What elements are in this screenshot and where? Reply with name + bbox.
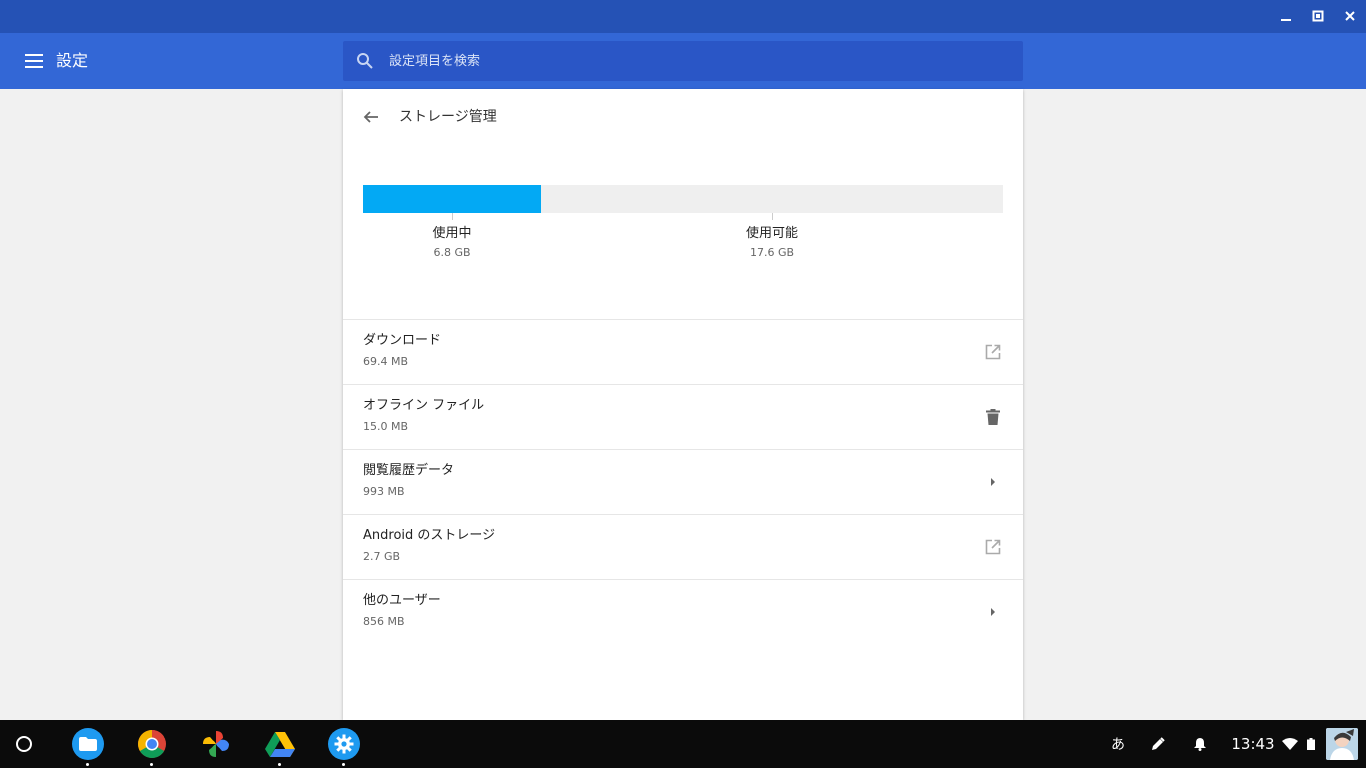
files-icon: [79, 737, 97, 751]
arrow-right-icon: [991, 608, 995, 616]
delete-icon: [986, 409, 1000, 425]
android-storage-size: 2.7 GB: [363, 550, 401, 563]
used-label: 使用中: [432, 226, 472, 241]
battery-icon: [1307, 738, 1315, 750]
page-header: ストレージ管理: [343, 89, 1023, 145]
settings-gear-icon: [334, 734, 354, 754]
window-titlebar: [0, 0, 1366, 33]
search-box[interactable]: [343, 41, 1023, 81]
search-input[interactable]: [389, 41, 989, 81]
wifi-icon: [1282, 738, 1298, 750]
back-button[interactable]: [359, 105, 383, 129]
menu-icon: [25, 54, 43, 68]
storage-category-list: ダウンロード 69.4 MB オフライン ファイル 15.0 MB 閲覧履歴デー…: [343, 319, 1023, 644]
offline-files-row[interactable]: オフライン ファイル 15.0 MB: [343, 384, 1023, 449]
available-value: 17.6 GB: [749, 246, 795, 259]
browsing-data-size: 993 MB: [363, 485, 405, 498]
user-avatar[interactable]: [1326, 728, 1358, 760]
used-tick: [452, 213, 453, 220]
launcher-button[interactable]: [16, 736, 32, 752]
drive-icon: [265, 732, 295, 757]
chrome-icon: [138, 730, 166, 758]
running-indicator: [278, 763, 281, 766]
android-storage-open-button[interactable]: [981, 535, 1005, 559]
other-users-size: 856 MB: [363, 615, 405, 628]
storage-used-fill: [363, 185, 541, 213]
ime-indicator[interactable]: あ: [1108, 732, 1128, 756]
open-external-icon: [985, 344, 1001, 360]
avatar-icon: [1326, 728, 1358, 760]
stylus-icon: [1152, 737, 1165, 750]
running-indicator: [150, 763, 153, 766]
system-clock[interactable]: 13:43: [1228, 732, 1278, 756]
android-storage-label: Android のストレージ: [363, 528, 496, 543]
open-external-icon: [985, 539, 1001, 555]
other-users-label: 他のユーザー: [363, 593, 441, 608]
storage-card: ストレージ管理 使用中 6.8 GB 使用可能 17.6 GB ダウンロード 6…: [343, 89, 1023, 720]
downloads-row[interactable]: ダウンロード 69.4 MB: [343, 319, 1023, 384]
running-indicator: [86, 763, 89, 766]
stylus-tools-button[interactable]: [1148, 732, 1168, 756]
files-app-button[interactable]: [72, 728, 104, 766]
close-button[interactable]: [1340, 6, 1360, 26]
app-header: 設定: [0, 33, 1366, 89]
search-icon: [357, 53, 373, 69]
close-icon: [1345, 11, 1355, 21]
browsing-data-arrow[interactable]: [981, 470, 1005, 494]
other-users-arrow[interactable]: [981, 600, 1005, 624]
battery-status[interactable]: [1304, 732, 1318, 756]
storage-usage-bar: [363, 185, 1003, 213]
running-indicator: [342, 763, 345, 766]
offline-files-size: 15.0 MB: [363, 420, 409, 433]
maximize-button[interactable]: [1308, 6, 1328, 26]
app-title: 設定: [56, 51, 89, 70]
minimize-button[interactable]: [1276, 6, 1296, 26]
back-arrow-icon: [363, 111, 378, 123]
photos-app-button[interactable]: [200, 728, 232, 760]
used-legend: 使用中 6.8 GB: [382, 225, 522, 263]
downloads-open-button[interactable]: [981, 340, 1005, 364]
shelf: あ 13:43: [0, 720, 1366, 768]
chrome-app-button[interactable]: [136, 728, 168, 766]
settings-app-button[interactable]: [328, 728, 360, 766]
downloads-size: 69.4 MB: [363, 355, 409, 368]
bell-icon: [1194, 738, 1206, 751]
photos-icon: [203, 731, 229, 757]
notifications-button[interactable]: [1190, 732, 1210, 756]
page-title: ストレージ管理: [399, 109, 497, 125]
arrow-right-icon: [991, 478, 995, 486]
browsing-data-label: 閲覧履歴データ: [363, 463, 455, 478]
available-legend: 使用可能 17.6 GB: [702, 225, 842, 263]
used-value: 6.8 GB: [433, 246, 471, 259]
menu-button[interactable]: [22, 50, 46, 72]
offline-files-label: オフライン ファイル: [363, 398, 485, 413]
drive-app-button[interactable]: [264, 728, 296, 766]
available-tick: [772, 213, 773, 220]
browsing-data-row[interactable]: 閲覧履歴データ 993 MB: [343, 449, 1023, 514]
restore-icon: [1312, 10, 1324, 22]
wifi-status[interactable]: [1280, 732, 1300, 756]
downloads-label: ダウンロード: [363, 333, 442, 348]
other-users-row[interactable]: 他のユーザー 856 MB: [343, 579, 1023, 644]
offline-files-delete-button[interactable]: [981, 405, 1005, 429]
android-storage-row[interactable]: Android のストレージ 2.7 GB: [343, 514, 1023, 579]
available-label: 使用可能: [745, 226, 798, 241]
minimize-icon: [1281, 19, 1291, 21]
